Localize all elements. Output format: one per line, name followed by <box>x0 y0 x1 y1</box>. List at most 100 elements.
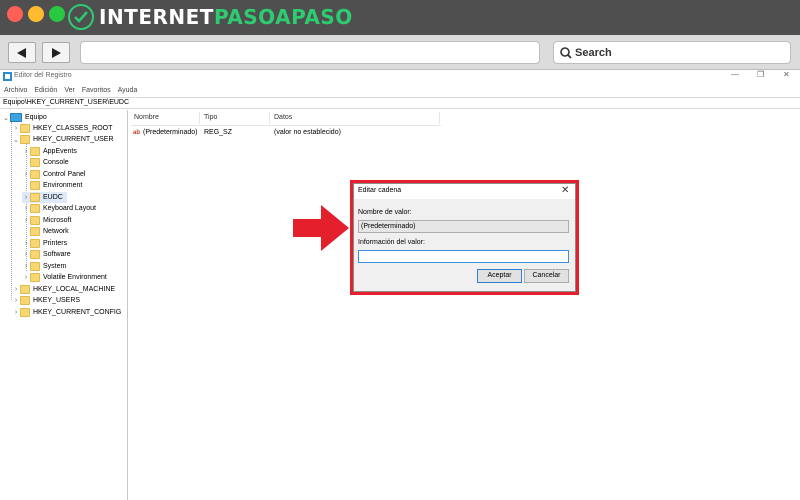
browser-toolbar: Search <box>0 35 800 70</box>
close-icon[interactable]: ✕ <box>561 185 569 196</box>
menu-ayuda[interactable]: Ayuda <box>118 87 138 94</box>
chevron-right-icon[interactable]: › <box>12 286 20 293</box>
chevron-right-icon[interactable]: › <box>22 240 30 247</box>
column-header-datos[interactable]: Datos <box>274 114 292 121</box>
folder-icon <box>30 181 40 190</box>
chevron-right-icon[interactable]: › <box>22 274 30 281</box>
tree-item-label: HKEY_LOCAL_MACHINE <box>33 286 116 293</box>
folder-icon <box>20 285 30 294</box>
minimize-window-button[interactable] <box>28 6 44 22</box>
tree-item-label: System <box>43 263 67 270</box>
tree-item-system[interactable]: › System <box>22 261 66 272</box>
chevron-right-icon[interactable]: › <box>22 251 30 258</box>
registry-address-bar[interactable]: Equipo\HKEY_CURRENT_USER\EUDC <box>0 97 800 109</box>
forward-button[interactable] <box>42 42 70 63</box>
back-button[interactable] <box>8 42 36 63</box>
column-header-nombre[interactable]: Nombre <box>134 114 159 121</box>
tree-item-control-panel[interactable]: › Control Panel <box>22 169 85 180</box>
url-input[interactable] <box>80 41 540 64</box>
arrow-left-icon <box>17 47 26 58</box>
logo-check-icon <box>68 4 94 30</box>
table-row[interactable]: ab (Predeterminado) REG_SZ (valor no est… <box>131 128 441 139</box>
maximize-button[interactable]: ❐ <box>757 70 764 79</box>
tree-item-label: Software <box>43 251 71 258</box>
edit-string-dialog: Editar cadena ✕ Nombre de valor: (Predet… <box>353 183 576 292</box>
tree-item-network[interactable]: Network <box>22 226 69 237</box>
menu-archivo[interactable]: Archivo <box>4 87 27 94</box>
chevron-right-icon[interactable]: › <box>12 297 20 304</box>
chevron-right-icon[interactable]: › <box>22 148 30 155</box>
regedit-title: Editor del Registro <box>14 72 72 79</box>
folder-icon <box>30 239 40 248</box>
tree-item-equipo[interactable]: ⌄ Equipo <box>2 112 47 123</box>
chevron-right-icon[interactable]: › <box>22 263 30 270</box>
regedit-titlebar: Editor del Registro — ❐ ✕ <box>0 70 800 83</box>
registry-values-list: Nombre Tipo Datos ab (Predeterminado) RE… <box>131 110 800 500</box>
tree-item-hkey-current-config[interactable]: › HKEY_CURRENT_CONFIG <box>12 307 121 318</box>
dialog-title: Editar cadena <box>358 187 402 194</box>
folder-icon <box>30 227 40 236</box>
tree-item-hkey-users[interactable]: › HKEY_USERS <box>12 295 80 306</box>
site-logo: INTERNETPASOAPASO <box>68 2 353 32</box>
tree-item-label: HKEY_CURRENT_CONFIG <box>33 309 122 316</box>
tree-item-eudc[interactable]: › EUDC <box>22 192 67 203</box>
registry-tree: ⌄ Equipo › HKEY_CLASSES_ROOT ⌄ HKEY_CURR… <box>0 110 128 500</box>
folder-icon <box>30 193 40 202</box>
chevron-right-icon[interactable]: › <box>12 125 20 132</box>
menu-favoritos[interactable]: Favoritos <box>82 87 111 94</box>
chevron-down-icon[interactable]: ⌄ <box>12 136 20 144</box>
tree-item-printers[interactable]: › Printers <box>22 238 67 249</box>
search-input[interactable]: Search <box>553 41 791 64</box>
tree-item-label: HKEY_CURRENT_USER <box>33 136 114 143</box>
chevron-right-icon[interactable]: › <box>22 171 30 178</box>
tree-item-keyboard-layout[interactable]: › Keyboard Layout <box>22 203 96 214</box>
tree-item-label: Microsoft <box>43 217 72 224</box>
value-name: (Predeterminado) <box>143 129 198 136</box>
column-header-tipo[interactable]: Tipo <box>204 114 217 121</box>
column-divider[interactable] <box>269 112 270 124</box>
close-button[interactable]: ✕ <box>783 70 790 79</box>
cancel-button[interactable]: Cancelar <box>524 269 569 283</box>
menu-edicion[interactable]: Edición <box>34 87 57 94</box>
tree-item-environment[interactable]: Environment <box>22 180 82 191</box>
tree-item-volatile-environment[interactable]: › Volatile Environment <box>22 272 107 283</box>
tree-item-hkey-local-machine[interactable]: › HKEY_LOCAL_MACHINE <box>12 284 115 295</box>
dialog-titlebar: Editar cadena ✕ <box>354 184 575 199</box>
zoom-window-button[interactable] <box>49 6 65 22</box>
chevron-down-icon[interactable]: ⌄ <box>2 114 10 122</box>
column-divider[interactable] <box>199 112 200 124</box>
browser-titlebar: INTERNETPASOAPASO <box>0 0 800 35</box>
chevron-right-icon[interactable]: › <box>22 217 30 224</box>
tree-item-console[interactable]: Console <box>22 157 69 168</box>
folder-icon <box>20 135 30 144</box>
folder-icon <box>30 273 40 282</box>
search-label: Search <box>575 46 612 59</box>
value-type: REG_SZ <box>204 129 233 136</box>
red-arrow-icon <box>293 205 349 251</box>
chevron-right-icon[interactable]: › <box>12 309 20 316</box>
string-value-icon: ab <box>133 130 141 136</box>
folder-icon <box>20 296 30 305</box>
logo-text-pasoapaso: PASOAPASO <box>213 5 353 29</box>
logo-text-internet: INTERNET <box>99 5 214 29</box>
minimize-button[interactable]: — <box>731 70 739 79</box>
tree-item-software[interactable]: › Software <box>22 249 71 260</box>
folder-icon <box>20 124 30 133</box>
folder-icon <box>30 216 40 225</box>
tree-item-label: Console <box>43 159 69 166</box>
tree-item-hkey-classes-root[interactable]: › HKEY_CLASSES_ROOT <box>12 123 112 134</box>
column-divider[interactable] <box>439 112 440 124</box>
accept-button[interactable]: Aceptar <box>477 269 522 283</box>
chevron-right-icon[interactable]: › <box>22 205 30 212</box>
computer-icon <box>10 113 22 122</box>
chevron-right-icon[interactable]: › <box>22 194 30 201</box>
close-window-button[interactable] <box>7 6 23 22</box>
tree-item-microsoft[interactable]: › Microsoft <box>22 215 71 226</box>
value-name-label: Nombre de valor: <box>358 209 412 216</box>
value-name-field[interactable]: (Predeterminado) <box>358 220 569 233</box>
tree-item-hkey-current-user[interactable]: ⌄ HKEY_CURRENT_USER <box>12 134 114 145</box>
tree-item-appevents[interactable]: › AppEvents <box>22 146 77 157</box>
regedit-app-icon <box>3 72 12 81</box>
value-data-input[interactable] <box>358 250 569 263</box>
menu-ver[interactable]: Ver <box>64 87 75 94</box>
